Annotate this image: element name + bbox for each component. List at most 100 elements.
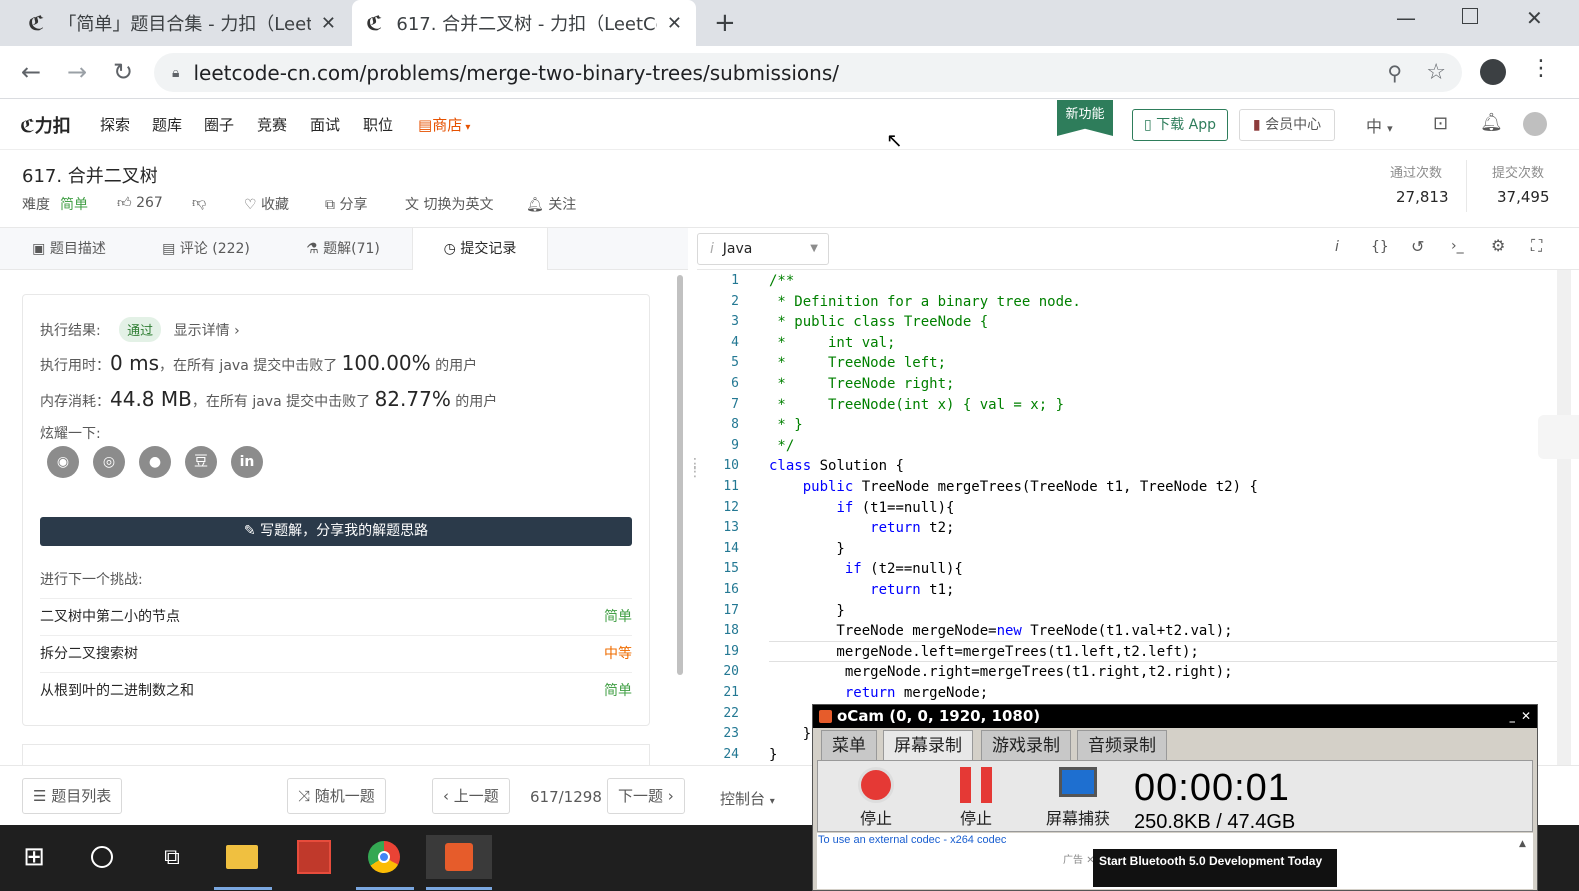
- user-avatar[interactable]: [1523, 112, 1547, 136]
- code-line[interactable]: * }: [769, 417, 802, 433]
- profile-icon[interactable]: [1480, 59, 1506, 85]
- vip-center-button[interactable]: ▮ 会员中心: [1239, 109, 1335, 141]
- code-line[interactable]: return t2;: [769, 520, 954, 536]
- code-line[interactable]: */: [769, 438, 794, 454]
- ocam-tab-game-record[interactable]: 游戏录制: [981, 730, 1071, 760]
- write-solution-button[interactable]: ✎ 写题解，分享我的解题思路: [40, 517, 632, 546]
- zoom-icon[interactable]: ⚲: [1387, 61, 1402, 85]
- switch-language-button[interactable]: 文 切换为英文: [405, 194, 493, 214]
- download-app-button[interactable]: ▯ 下载 App: [1132, 109, 1228, 141]
- weibo-icon[interactable]: ◎: [93, 446, 125, 478]
- ocam-pause-button[interactable]: 停止: [946, 763, 1006, 829]
- windows-start-icon[interactable]: ⊞: [12, 835, 56, 879]
- tab-comments[interactable]: ▤ 评论 (222): [138, 228, 274, 270]
- chrome-icon[interactable]: [362, 835, 406, 879]
- codec-link[interactable]: To use an external codec - x264 codec: [818, 834, 1006, 846]
- file-explorer-icon[interactable]: [220, 835, 264, 879]
- close-tab-icon[interactable]: ✕: [321, 13, 336, 34]
- code-line[interactable]: mergeNode.left=mergeTrees(t1.left,t2.lef…: [769, 644, 1198, 660]
- close-icon[interactable]: ✕: [1521, 705, 1531, 728]
- fullscreen-icon[interactable]: ⛶: [1531, 236, 1542, 256]
- next-problem-button[interactable]: 下一题 ›: [607, 778, 685, 814]
- notification-bell-icon[interactable]: 🔔︎: [1480, 112, 1503, 133]
- nav-explore[interactable]: 探索: [100, 114, 130, 135]
- code-line[interactable]: if (t2==null){: [769, 561, 963, 577]
- playground-icon[interactable]: ⊡: [1433, 113, 1448, 134]
- reload-icon[interactable]: ↻: [108, 58, 138, 86]
- code-line[interactable]: }: [769, 541, 844, 557]
- back-icon[interactable]: ←: [16, 58, 46, 86]
- console-toggle[interactable]: 控制台 ▾: [720, 788, 775, 809]
- minimize-icon[interactable]: _: [1510, 705, 1516, 728]
- task-view-icon[interactable]: ⧉: [150, 835, 194, 879]
- nav-jobs[interactable]: 职位: [363, 114, 393, 135]
- code-line[interactable]: return t1;: [769, 582, 954, 598]
- browser-tab[interactable]: ℭ 「简单」题目合集 - 力扣（LeetC ✕: [14, 0, 350, 46]
- ocam-taskbar-icon[interactable]: [426, 835, 492, 879]
- code-line[interactable]: class Solution {: [769, 458, 904, 474]
- nav-contest[interactable]: 竞赛: [257, 114, 287, 135]
- code-line[interactable]: /**: [769, 273, 794, 289]
- tab-submissions[interactable]: ◷ 提交记录: [412, 228, 548, 270]
- code-editor[interactable]: 1 /** 2 * Definition for a binary tree nod…: [697, 270, 1557, 765]
- prev-problem-button[interactable]: ‹ 上一题: [432, 778, 510, 814]
- code-line[interactable]: return mergeNode;: [769, 685, 988, 701]
- ocam-stop-button[interactable]: 停止: [846, 763, 906, 829]
- code-line[interactable]: * TreeNode right;: [769, 376, 954, 392]
- close-tab-icon[interactable]: ✕: [667, 13, 682, 34]
- settings-gear-icon[interactable]: ⚙: [1491, 236, 1505, 255]
- problem-list-button[interactable]: ☰ 题目列表: [22, 778, 123, 814]
- app-icon[interactable]: [292, 835, 336, 879]
- side-float-button[interactable]: [1538, 415, 1579, 459]
- restore-icon[interactable]: [1462, 8, 1478, 24]
- ocam-tab-audio-record[interactable]: 音频录制: [1077, 730, 1167, 760]
- editor-scrollbar[interactable]: [1557, 270, 1571, 765]
- search-circle-icon[interactable]: [80, 835, 124, 879]
- code-line[interactable]: * int val;: [769, 335, 895, 351]
- reset-icon[interactable]: ↺: [1411, 237, 1424, 256]
- format-braces-icon[interactable]: {}: [1371, 239, 1389, 255]
- menu-dots-icon[interactable]: ⋮: [1530, 56, 1552, 81]
- nav-interview[interactable]: 面试: [310, 114, 340, 135]
- nav-store[interactable]: ▤商店 ▾: [418, 114, 470, 135]
- info-icon[interactable]: i: [1335, 239, 1339, 255]
- nav-circle[interactable]: 圈子: [204, 114, 234, 135]
- douban-icon[interactable]: 豆: [185, 446, 217, 478]
- next-challenge-item[interactable]: 从根到叶的二进制数之和 简单: [40, 672, 632, 709]
- favorite-button[interactable]: ♡ 收藏: [244, 194, 289, 214]
- code-line[interactable]: mergeNode.right=mergeTrees(t1.right,t2.r…: [769, 664, 1233, 680]
- browser-tab-active[interactable]: ℭ 617. 合并二叉树 - 力扣（LeetCo ✕: [352, 0, 696, 46]
- forward-icon[interactable]: →: [62, 58, 92, 86]
- language-switcher[interactable]: 中 ▾: [1366, 113, 1393, 137]
- scroll-up-icon[interactable]: ▲: [1519, 839, 1526, 849]
- code-line[interactable]: }: [769, 726, 811, 742]
- ocam-tab-screen-record[interactable]: 屏幕录制: [883, 730, 973, 760]
- share-button[interactable]: ⧉ 分享: [325, 194, 367, 214]
- show-details-link[interactable]: 显示详情 ›: [174, 323, 240, 339]
- code-line[interactable]: * public class TreeNode {: [769, 314, 988, 330]
- wechat-icon[interactable]: ◉: [47, 446, 79, 478]
- nav-problems[interactable]: 题库: [152, 114, 182, 135]
- tab-solutions[interactable]: ⚗ 题解(71): [274, 228, 412, 270]
- random-problem-button[interactable]: ⤨ 随机一题: [287, 778, 386, 814]
- like-button[interactable]: 👍︎ 267: [117, 194, 163, 211]
- qq-icon[interactable]: ●: [139, 446, 171, 478]
- code-line[interactable]: }: [769, 747, 777, 763]
- code-line[interactable]: if (t1==null){: [769, 500, 954, 516]
- site-logo[interactable]: ℭ力扣: [20, 112, 71, 138]
- ocam-screenshot-button[interactable]: 屏幕捕获: [1040, 763, 1116, 829]
- tab-description[interactable]: ▣ 题目描述: [0, 228, 138, 270]
- language-select[interactable]: i Java ▼: [697, 233, 829, 265]
- next-challenge-item[interactable]: 二叉树中第二小的节点 简单: [40, 598, 632, 635]
- code-line[interactable]: }: [769, 603, 844, 619]
- address-bar[interactable]: 🔒︎ leetcode-cn.com/problems/merge-two-bi…: [154, 53, 1462, 92]
- linkedin-icon[interactable]: in: [231, 446, 263, 478]
- code-line[interactable]: public TreeNode mergeTrees(TreeNode t1, …: [769, 479, 1258, 495]
- code-line[interactable]: * TreeNode(int x) { val = x; }: [769, 397, 1064, 413]
- code-line[interactable]: * Definition for a binary tree node.: [769, 294, 1080, 310]
- thumbs-down-icon[interactable]: 👎︎: [192, 194, 206, 211]
- follow-button[interactable]: 🔔︎ 关注: [526, 194, 576, 214]
- next-challenge-item[interactable]: 拆分二叉搜索树 中等: [40, 635, 632, 672]
- code-line[interactable]: TreeNode mergeNode=new TreeNode(t1.val+t…: [769, 623, 1232, 639]
- left-panel-scrollbar[interactable]: [677, 275, 683, 675]
